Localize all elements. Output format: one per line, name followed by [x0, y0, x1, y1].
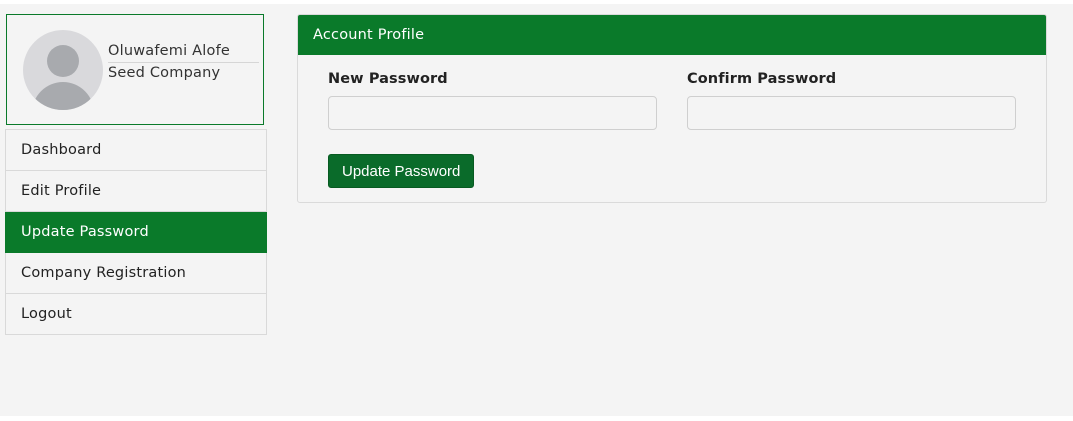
sidebar-item-update-password[interactable]: Update Password: [5, 212, 267, 253]
avatar-head-shape: [47, 45, 79, 77]
sidebar-item-dashboard[interactable]: Dashboard: [5, 129, 267, 171]
avatar-body-shape: [32, 82, 94, 110]
new-password-input[interactable]: [328, 96, 657, 130]
account-profile-panel: Account Profile New Password Confirm Pas…: [297, 14, 1047, 203]
avatar: [23, 30, 103, 110]
sidebar-nav: Dashboard Edit Profile Update Password C…: [5, 129, 267, 335]
confirm-password-label: Confirm Password: [687, 71, 837, 87]
profile-company: Seed Company: [108, 65, 221, 81]
new-password-label: New Password: [328, 71, 448, 87]
profile-divider: [108, 62, 259, 63]
update-password-button[interactable]: Update Password: [328, 154, 475, 188]
page-background: Oluwafemi Alofe Seed Company Dashboard E…: [0, 4, 1073, 416]
profile-card: Oluwafemi Alofe Seed Company: [6, 14, 264, 125]
confirm-password-input[interactable]: [687, 96, 1016, 130]
panel-title: Account Profile: [298, 15, 1046, 55]
sidebar-item-company-registration[interactable]: Company Registration: [5, 253, 267, 294]
sidebar-item-edit-profile[interactable]: Edit Profile: [5, 171, 267, 212]
profile-name: Oluwafemi Alofe: [108, 43, 231, 59]
sidebar-item-logout[interactable]: Logout: [5, 294, 267, 335]
